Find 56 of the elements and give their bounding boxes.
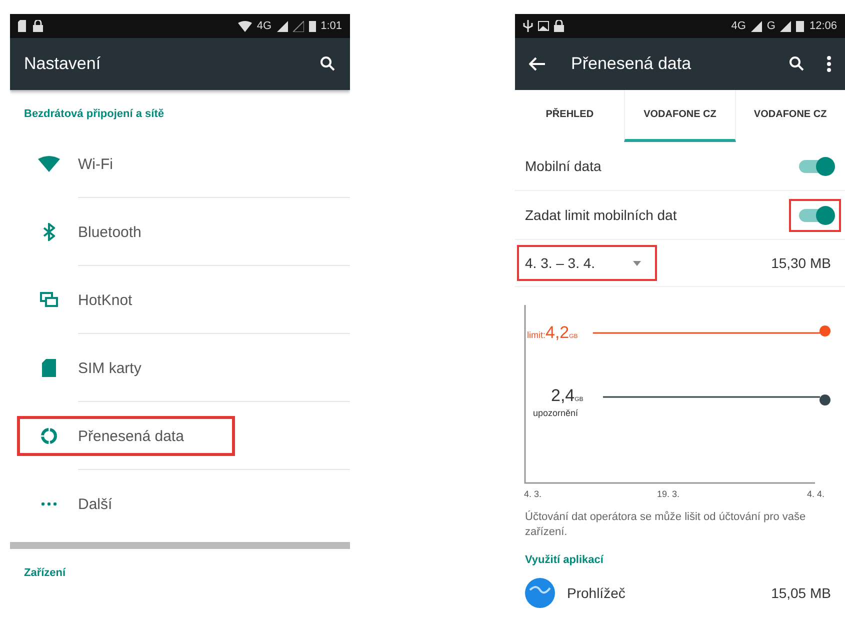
battery-icon — [308, 20, 316, 32]
section-header: Bezdrátová připojení a sítě — [23, 107, 165, 122]
overflow-menu-icon[interactable] — [827, 56, 831, 72]
toggle-switch[interactable] — [797, 206, 833, 224]
signal-icon — [276, 20, 288, 32]
toggle-switch[interactable] — [797, 158, 833, 174]
search-icon[interactable] — [789, 56, 805, 72]
circle-icon — [40, 427, 58, 445]
axis-label: 19. 3. — [657, 489, 680, 499]
sd-card-icon — [18, 20, 28, 32]
app-usage: 15,05 MB — [771, 584, 831, 601]
signal-icon — [750, 20, 762, 32]
settings-item[interactable]: SIM karty — [17, 348, 235, 388]
warning-line[interactable] — [603, 394, 830, 406]
screen-title: Přenesená data — [571, 54, 692, 74]
globe-icon — [525, 578, 555, 608]
search-icon[interactable] — [320, 56, 336, 72]
signal-icon — [292, 20, 304, 32]
settings-item[interactable]: Další — [17, 484, 235, 524]
settings-item[interactable]: Bluetooth — [17, 212, 235, 252]
lock-icon — [554, 20, 564, 32]
section-header: Zařízení — [23, 566, 67, 581]
clock: 12:06 — [809, 20, 837, 32]
back-arrow-icon[interactable] — [529, 57, 545, 71]
battery-icon — [796, 20, 804, 32]
section-header: Využití aplikací — [524, 552, 605, 568]
clock: 1:01 — [320, 20, 342, 32]
lock-icon — [33, 20, 43, 32]
sim-card-icon — [42, 359, 56, 377]
image-icon — [538, 21, 549, 31]
wifi-icon — [238, 20, 252, 32]
caret-icon — [633, 260, 642, 266]
settings-item[interactable]: Wi-Fi — [17, 144, 235, 184]
tab[interactable]: VODAFONE CZ — [624, 90, 736, 142]
settings-item[interactable]: HotKnot — [17, 280, 235, 320]
info-note: Účtování dat operátora se může lišit od účtování pro vaše zařízení. — [524, 510, 807, 540]
axis-label: 4. 4. — [807, 489, 825, 499]
overlapping-rectangles-icon — [40, 292, 58, 308]
network-type: 4G — [731, 20, 746, 32]
setting-label: Mobilní data — [525, 158, 602, 174]
more-dots-icon — [41, 502, 57, 506]
network-type: G — [766, 20, 776, 32]
warning-caption: upozornění — [533, 408, 578, 418]
wifi-icon — [38, 156, 60, 172]
date-range-dropdown[interactable]: 4. 3. – 3. 4. — [517, 245, 658, 281]
screen-title: Nastavení — [24, 54, 101, 74]
limit-line[interactable] — [593, 326, 830, 336]
network-type: 4G — [256, 20, 272, 32]
axis-label: 4. 3. — [524, 489, 542, 499]
settings-item[interactable]: Přenesená data — [17, 416, 235, 456]
bluetooth-icon — [43, 223, 55, 241]
setting-label: Zadat limit mobilních dat — [525, 207, 678, 223]
signal-icon — [780, 20, 792, 32]
usb-icon — [523, 20, 533, 32]
data-total: 15,30 MB — [771, 255, 831, 271]
app-name[interactable]: Prohlížeč — [567, 584, 626, 601]
